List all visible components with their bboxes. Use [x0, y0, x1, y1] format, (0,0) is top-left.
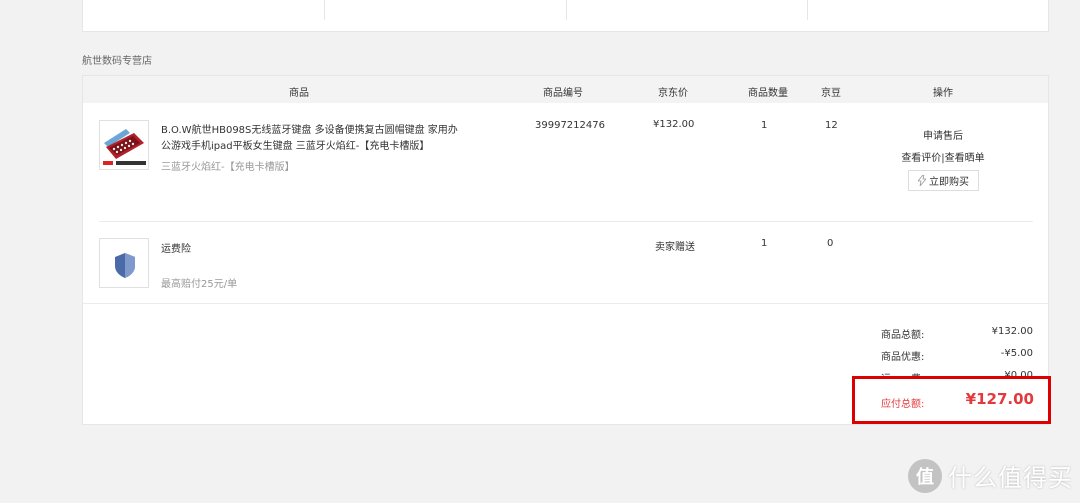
store-name[interactable]: 航世数码专营店: [82, 52, 152, 67]
shield-icon: [115, 253, 135, 278]
watermark: 值 什么值得买: [908, 458, 1073, 493]
insurance-thumbnail: [99, 238, 149, 288]
insurance-beans: 0: [827, 238, 834, 249]
payable-total-highlight: 应付总额: ¥127.00: [852, 376, 1051, 424]
product-spec: 三蓝牙火焰红-【充电卡槽版】: [161, 162, 295, 173]
insurance-qty: 1: [761, 238, 768, 249]
watermark-logo-icon: 值: [908, 458, 942, 493]
header-qty: 商品数量: [748, 88, 788, 99]
after-sale-link[interactable]: 申请售后: [863, 127, 1023, 142]
product-beans: 12: [825, 120, 838, 131]
column-divider: [807, 0, 808, 20]
insurance-price: 卖家赠送: [655, 242, 695, 253]
column-divider: [566, 0, 567, 20]
header-product: 商品: [289, 88, 309, 99]
watermark-text: 什么值得买: [948, 464, 1073, 492]
row-divider: [99, 221, 1033, 222]
payable-label: 应付总额:: [881, 399, 925, 410]
product-title[interactable]: B.O.W航世HB098S无线蓝牙键盘 多设备便携复古圆帽键盘 家用办公游戏手机…: [161, 123, 461, 155]
previous-order-box: [82, 0, 1049, 32]
summary-divider: [83, 303, 1048, 304]
product-qty: 1: [761, 120, 768, 131]
review-link[interactable]: 查看评价|查看晒单: [863, 149, 1023, 164]
payable-value: ¥127.00: [965, 390, 1034, 408]
order-box: 商品 商品编号 京东价 商品数量 京豆 操作 B.O.W航世HB098S无线蓝牙…: [82, 75, 1049, 425]
buy-again-button[interactable]: 立即购买: [908, 170, 979, 191]
discount-label: 商品优惠:: [881, 352, 925, 363]
insurance-title: 运费险: [161, 244, 191, 255]
insurance-spec: 最高赔付25元/单: [161, 279, 238, 290]
buy-again-label: 立即购买: [929, 177, 969, 188]
keyboard-product-image: [100, 121, 148, 169]
column-divider: [324, 0, 325, 20]
header-sku: 商品编号: [543, 88, 583, 99]
discount-value: -¥5.00: [1000, 348, 1033, 359]
header-actions: 操作: [933, 88, 953, 99]
lightning-icon: [918, 175, 926, 186]
header-beans: 京豆: [821, 88, 841, 99]
product-price: ¥132.00: [653, 119, 695, 130]
table-header: 商品 商品编号 京东价 商品数量 京豆 操作: [83, 76, 1048, 103]
goods-total-label: 商品总额:: [881, 330, 925, 341]
product-thumbnail[interactable]: [99, 120, 149, 170]
product-sku: 39997212476: [535, 120, 605, 131]
goods-total-value: ¥132.00: [991, 326, 1033, 337]
header-price: 京东价: [658, 88, 688, 99]
